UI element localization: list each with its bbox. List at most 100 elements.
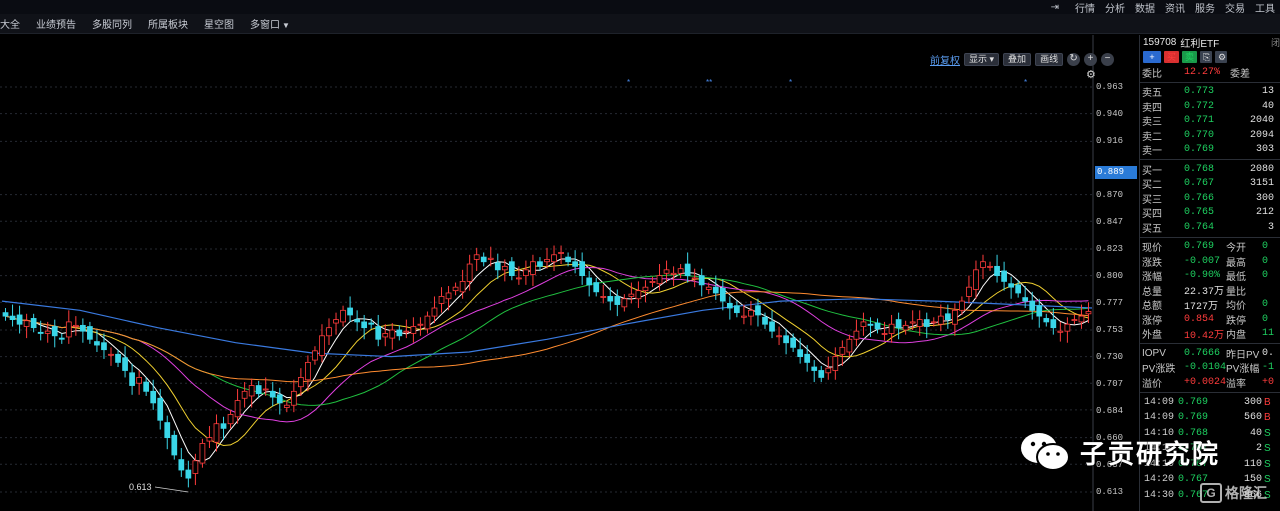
bid-volume: 300 — [1255, 192, 1274, 204]
settings-icon[interactable]: ⚙ — [1215, 51, 1228, 63]
candle-body — [712, 286, 719, 294]
iopv-row: 溢价 +0.0024 溢率 +0 — [1140, 375, 1280, 390]
candle-body — [262, 388, 269, 391]
overlay-button[interactable]: 叠加 — [1003, 52, 1032, 66]
candle — [9, 304, 16, 327]
top-menu-item-analysis[interactable]: 分析 — [1100, 0, 1130, 15]
ask-row[interactable]: 卖一 0.769 303 — [1140, 143, 1280, 157]
divider — [1140, 81, 1280, 83]
candle-body — [1071, 319, 1078, 321]
candle-body — [206, 437, 213, 442]
candle — [853, 319, 860, 347]
buy-button[interactable]: 买 — [1164, 51, 1180, 63]
draw-line-button[interactable]: 画线 — [1035, 52, 1064, 66]
bid-row[interactable]: 买三 0.766 300 — [1140, 191, 1280, 206]
candle — [825, 356, 832, 380]
candle-body — [494, 262, 501, 271]
bid-row[interactable]: 买四 0.765 212 — [1140, 206, 1280, 220]
candle — [480, 252, 487, 267]
link-icon[interactable]: ⎘ — [1200, 51, 1213, 63]
top-menu-item-news[interactable]: 资讯 — [1160, 0, 1190, 15]
ask-volume: 2040 — [1249, 115, 1274, 127]
menu-item-sector[interactable]: 所属板块 — [140, 16, 196, 31]
top-menu-item-data[interactable]: 数据 — [1130, 0, 1160, 15]
menu-item-multi-window[interactable]: 多窗口 ▼ — [242, 16, 298, 31]
candle-body — [530, 261, 536, 275]
candle — [586, 270, 593, 297]
multi-window-label: 多窗口 — [250, 20, 280, 31]
candle-body — [23, 320, 30, 327]
candle-body — [459, 280, 466, 293]
show-button[interactable]: 显示 ▾ — [964, 52, 1000, 66]
candle-body — [213, 423, 220, 443]
refresh-icon[interactable]: ↻ — [1067, 52, 1081, 66]
zoom-in-icon[interactable]: + — [1084, 52, 1098, 66]
kline-svg[interactable] — [0, 35, 1139, 511]
iopv-label: 溢价 — [1142, 378, 1162, 390]
arrow-right-to-line-icon[interactable]: ⇥ — [1046, 2, 1064, 13]
ask-row[interactable]: 卖三 0.771 2040 — [1140, 114, 1280, 129]
candle — [58, 333, 65, 344]
candle — [466, 254, 473, 291]
zoom-out-icon[interactable]: − — [1101, 52, 1115, 66]
event-marker-icon[interactable]: ** — [706, 78, 712, 87]
candle-body — [361, 321, 368, 329]
menu-item-star-map[interactable]: 星空图 — [196, 16, 242, 31]
iopv-label: 昨日PV — [1226, 349, 1260, 361]
quote-row: 总量 22.37万 量比 — [1140, 283, 1280, 299]
candle-body — [635, 290, 642, 300]
kline-chart[interactable] — [0, 35, 1139, 511]
ask-row[interactable]: 卖五 0.773 13 — [1140, 85, 1280, 99]
sell-button[interactable]: 卖 — [1182, 51, 1198, 63]
menu-item-earnings-forecast[interactable]: 业绩预告 — [28, 16, 84, 31]
top-menu-item-trade[interactable]: 交易 — [1220, 0, 1250, 15]
bid-volume: 3 — [1267, 221, 1274, 233]
candle — [1043, 313, 1050, 327]
bid-row[interactable]: 买二 0.767 3151 — [1140, 177, 1280, 191]
restore-adjust-link[interactable]: 前复权 — [930, 52, 960, 67]
tick-volume: 560 — [1243, 412, 1262, 424]
candle-body — [143, 381, 150, 392]
tick-time: 14:30 — [1144, 489, 1175, 501]
menu-item-all[interactable]: 大全 — [0, 16, 28, 31]
bid-row[interactable]: 买五 0.764 3 — [1140, 220, 1280, 235]
ask-row[interactable]: 卖四 0.772 40 — [1140, 99, 1280, 114]
add-watchlist-button[interactable]: + — [1143, 51, 1161, 63]
candle — [846, 334, 853, 357]
menu-item-multi-stock[interactable]: 多股同列 — [84, 16, 140, 31]
quote-label: 跌停 — [1226, 315, 1246, 327]
ask-row[interactable]: 卖二 0.770 2094 — [1140, 128, 1280, 143]
candle-body — [537, 261, 543, 267]
candle-body — [438, 296, 445, 304]
candle — [994, 254, 1000, 283]
candle-body — [719, 287, 726, 302]
candle — [438, 287, 445, 313]
gear-icon[interactable]: ⚙ — [1086, 68, 1096, 81]
event-marker-icon[interactable]: * — [789, 78, 792, 87]
bid-row[interactable]: 买一 0.768 2080 — [1140, 162, 1280, 177]
bid-price: 0.768 — [1184, 163, 1215, 175]
candle — [136, 370, 142, 395]
top-menu-item-service[interactable]: 服务 — [1190, 0, 1220, 15]
quote-value: 0 — [1262, 299, 1269, 311]
bid-volume: 2080 — [1249, 163, 1274, 175]
divider — [1140, 391, 1280, 393]
y-tick-label: 0.777 — [1096, 298, 1124, 308]
event-marker-icon[interactable]: * — [627, 78, 630, 87]
ask-label: 卖三 — [1142, 117, 1162, 129]
candle-body — [516, 277, 522, 280]
quote-label: 涨幅 — [1142, 272, 1162, 284]
event-marker-icon[interactable]: * — [1024, 78, 1027, 87]
top-menu-item-tools[interactable]: 工具 — [1250, 0, 1280, 15]
function-menu-bar: 大全 业绩预告 多股同列 所属板块 星空图 多窗口 ▼ — [0, 14, 1280, 34]
iopv-row: IOPV 0.7666 昨日PV 0. — [1140, 346, 1280, 361]
candle-body — [705, 286, 712, 290]
candle-body — [551, 254, 557, 263]
caret-down-icon: ▼ — [282, 21, 290, 30]
candle — [902, 320, 909, 335]
top-menu-item-quotes[interactable]: 行情 — [1070, 0, 1100, 15]
bid-price: 0.764 — [1184, 221, 1215, 233]
candle-body — [930, 321, 937, 324]
candle — [312, 346, 318, 365]
low-annotation-line — [154, 486, 189, 493]
